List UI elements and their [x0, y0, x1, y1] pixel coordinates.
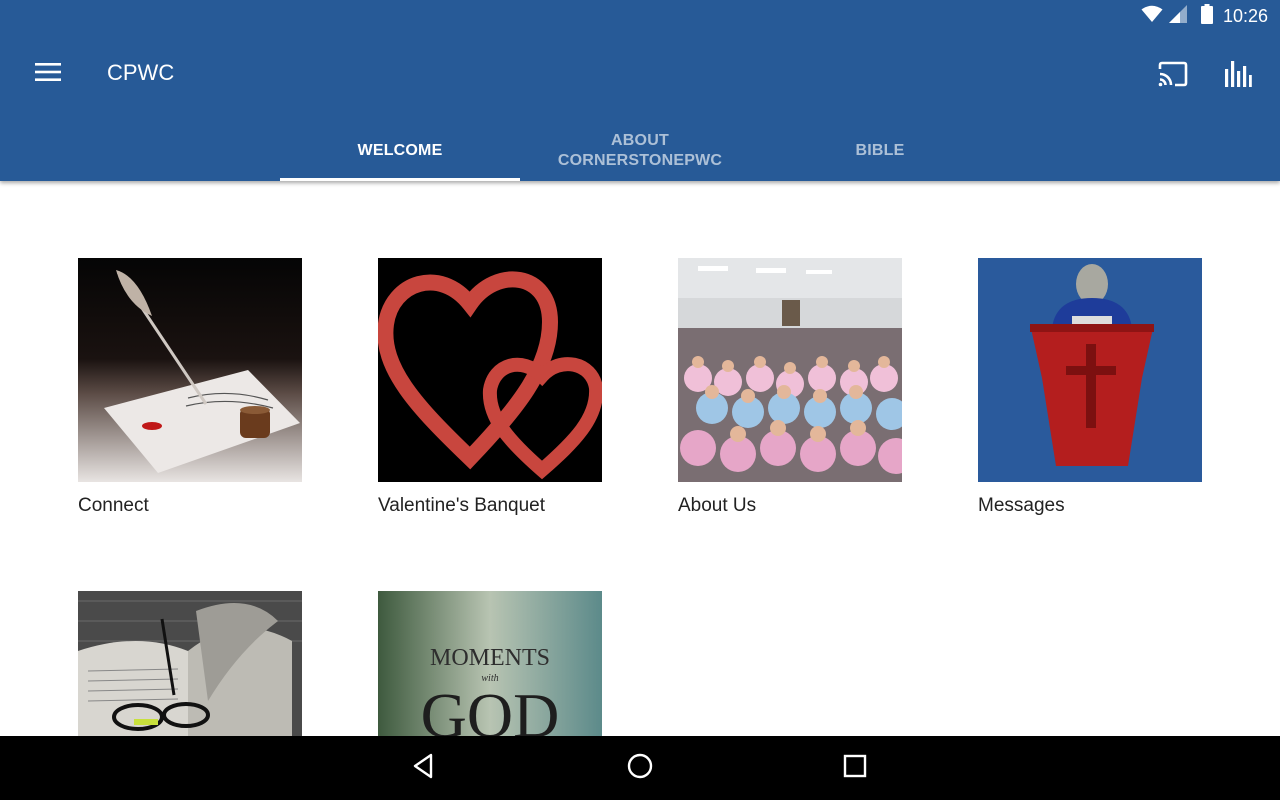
nav-back-button[interactable]	[406, 750, 442, 786]
connect-image	[78, 258, 302, 482]
tile-about-us[interactable]: About Us	[678, 258, 902, 528]
nav-home-button[interactable]	[622, 750, 658, 786]
stats-button[interactable]	[1218, 56, 1258, 96]
tile-label: About Us	[678, 495, 757, 516]
battery-icon	[1200, 3, 1213, 29]
status-bar: 10:26	[0, 0, 1280, 32]
moments-with-god-image: MOMENTS with GOD	[378, 591, 602, 736]
tab-about-label: ABOUT CORNERSTONEPWC	[557, 131, 723, 169]
app-bar: 10:26 CPWC WELCOME ABOUT CORNERSTONEPWC …	[0, 0, 1280, 181]
hamburger-menu-icon	[35, 62, 61, 87]
tile-bible-image[interactable]	[78, 591, 302, 736]
tab-bar: WELCOME ABOUT CORNERSTONEPWC BIBLE	[280, 120, 1000, 181]
bible-glasses-image	[78, 591, 302, 736]
tab-about-cornerstonepwc[interactable]: ABOUT CORNERSTONEPWC	[520, 120, 760, 181]
signal-icon	[1168, 4, 1187, 28]
tile-label: Valentine's Banquet	[378, 495, 546, 516]
hearts-image	[378, 258, 602, 482]
tile-messages[interactable]: Messages	[978, 258, 1202, 528]
cast-icon	[1157, 61, 1189, 92]
group-photo-image	[678, 258, 902, 482]
stats-icon	[1224, 59, 1252, 94]
pulpit-image	[978, 258, 1202, 482]
status-icons: 10:26	[1141, 3, 1268, 29]
menu-button[interactable]	[30, 56, 66, 92]
page-title: CPWC	[107, 60, 175, 85]
tile-moments-with-god[interactable]: MOMENTS with GOD	[378, 591, 602, 736]
nav-recents-button[interactable]	[837, 750, 873, 786]
tab-welcome[interactable]: WELCOME	[280, 120, 520, 181]
image-text-moments: MOMENTS	[430, 645, 550, 671]
wifi-icon	[1141, 5, 1163, 28]
recents-icon	[843, 754, 867, 783]
home-icon	[626, 752, 654, 785]
back-icon	[411, 753, 437, 784]
status-time: 10:26	[1222, 5, 1268, 26]
image-text-god: GOD	[421, 680, 560, 736]
tile-label: Connect	[78, 495, 149, 516]
system-nav-bar	[0, 736, 1280, 800]
tile-valentines-banquet[interactable]: Valentine's Banquet	[378, 258, 602, 528]
tile-connect[interactable]: Connect	[78, 258, 302, 528]
tile-label: Messages	[978, 495, 1065, 516]
cast-button[interactable]	[1153, 56, 1193, 96]
tab-bible[interactable]: BIBLE	[760, 120, 1000, 181]
